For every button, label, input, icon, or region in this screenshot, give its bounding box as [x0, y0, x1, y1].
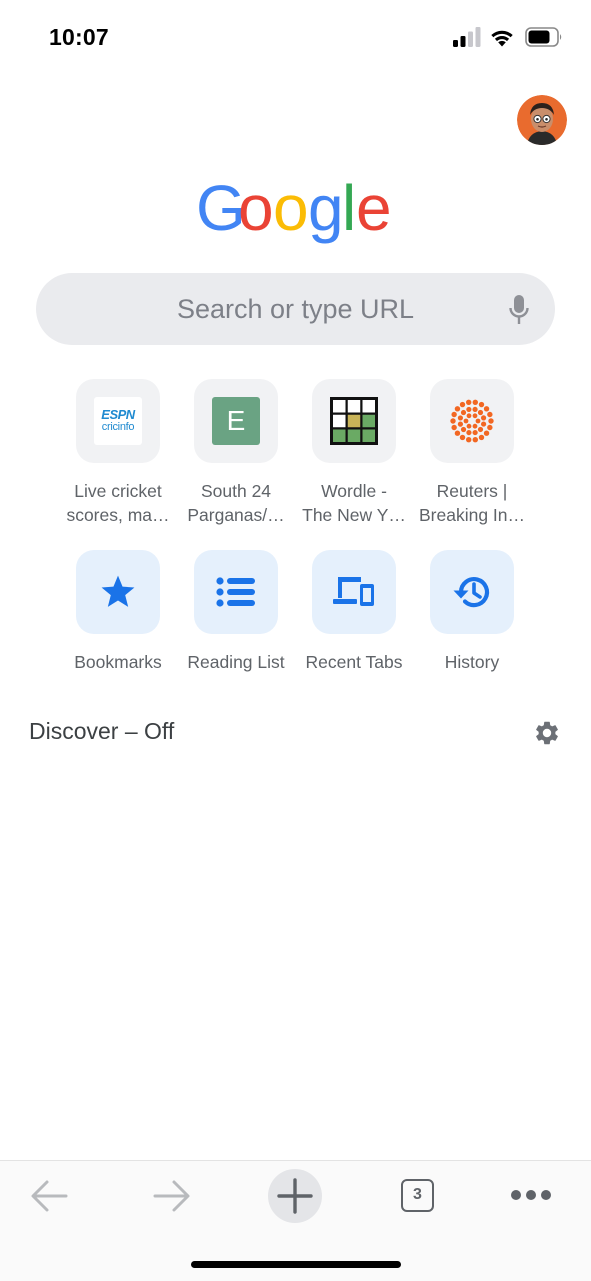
reuters-dot	[457, 421, 464, 427]
reuters-dot	[487, 424, 493, 431]
tile-label: Recent Tabs	[305, 652, 403, 672]
tile-label: South 24 Parganas/…	[187, 481, 285, 525]
battery-icon	[525, 27, 562, 47]
logo-letter: l	[342, 178, 356, 244]
reuters-dot	[460, 409, 467, 416]
espn-icon-text: ESPN	[101, 407, 135, 422]
most-visited-tile-south24[interactable]: E South 24 Parganas/…	[177, 379, 295, 527]
cricinfo-icon-text: cricinfo	[101, 421, 135, 433]
history-button[interactable]: History	[413, 550, 531, 674]
reuters-dot	[472, 437, 478, 443]
recent-tabs-button[interactable]: Recent Tabs	[295, 550, 413, 674]
tile-icon-container	[312, 379, 396, 463]
reuters-dot	[466, 399, 472, 405]
gear-icon[interactable]	[533, 719, 561, 747]
new-tab-button[interactable]	[268, 1169, 322, 1223]
tile-icon-container: ESPN cricinfo	[76, 379, 160, 463]
reuters-dot	[454, 430, 461, 436]
logo-letter: e	[356, 178, 392, 244]
reuters-dot	[472, 423, 478, 429]
reuters-dot	[466, 406, 472, 413]
reuters-dot	[466, 437, 472, 443]
reuters-dot	[472, 429, 478, 436]
plus-icon	[277, 1178, 313, 1214]
cellular-signal-icon	[453, 27, 481, 47]
reuters-dot	[472, 413, 478, 419]
most-visited-tile-espn[interactable]: ESPN cricinfo Live cricket scores, ma…	[59, 379, 177, 527]
reuters-dot	[483, 430, 490, 436]
reuters-dot	[459, 401, 466, 408]
reuters-dot	[450, 418, 456, 424]
tile-label: Bookmarks	[74, 652, 162, 672]
tile-label: Live cricket scores, ma…	[66, 481, 170, 525]
reuters-dot	[472, 399, 478, 405]
google-logo-text: Go o gl e	[196, 172, 392, 244]
tile-icon-container	[430, 379, 514, 463]
reuters-dot	[466, 423, 472, 429]
reuters-dot	[451, 411, 457, 418]
reuters-dot	[477, 409, 484, 416]
reuters-logo-icon	[450, 399, 494, 443]
reuters-dot	[488, 418, 494, 424]
reuters-dot	[460, 426, 467, 433]
wordle-grid-icon	[330, 397, 378, 445]
home-indicator	[191, 1261, 401, 1268]
search-placeholder: Search or type URL	[176, 294, 415, 324]
microphone-icon[interactable]	[509, 294, 529, 326]
tile-label: History	[444, 652, 500, 672]
tile-label: Reuters | Breaking In…	[418, 481, 526, 525]
tile-icon-container	[194, 550, 278, 634]
tile-icon-container	[312, 550, 396, 634]
reuters-dot	[466, 429, 472, 436]
devices-icon	[333, 577, 374, 606]
history-icon	[453, 577, 490, 608]
avatar-icon	[517, 95, 567, 145]
most-visited-tile-reuters[interactable]: Reuters | Breaking In…	[413, 379, 531, 527]
status-time: 10:07	[49, 24, 109, 50]
most-visited-tile-wordle[interactable]: Wordle - The New Y…	[295, 379, 413, 527]
logo-letter: o	[273, 178, 309, 244]
logo-letter: g	[308, 178, 344, 244]
reuters-dot	[463, 418, 469, 424]
reuters-dot	[480, 421, 487, 427]
reuters-dot	[477, 426, 484, 433]
reuters-dot	[483, 406, 490, 412]
forward-arrow-icon[interactable]	[153, 1179, 191, 1213]
search-input[interactable]: Search or type URL	[36, 273, 555, 345]
tile-icon-container: E	[194, 379, 278, 463]
reuters-dot	[475, 418, 481, 424]
espn-cricinfo-icon: ESPN cricinfo	[94, 397, 142, 445]
avatar[interactable]	[517, 95, 567, 145]
tile-label: Wordle - The New Y…	[302, 481, 406, 525]
tab-switcher-button[interactable]: 3	[401, 1179, 434, 1212]
bookmarks-button[interactable]: Bookmarks	[59, 550, 177, 674]
reading-list-button[interactable]: Reading List	[177, 550, 295, 674]
more-dots-icon[interactable]	[510, 1189, 552, 1201]
back-arrow-icon[interactable]	[30, 1179, 68, 1213]
star-icon	[101, 575, 135, 607]
reuters-dot	[466, 413, 472, 419]
reuters-dot	[480, 415, 487, 421]
discover-header: Discover – Off	[29, 718, 175, 744]
reuters-dot	[478, 434, 485, 441]
reuters-dot	[472, 406, 478, 413]
letter-e-icon: E	[212, 397, 260, 445]
reuters-dot	[478, 401, 485, 408]
reuters-dot	[487, 411, 493, 418]
tile-icon-container	[76, 550, 160, 634]
tile-label: Reading List	[187, 652, 285, 672]
reuters-dot	[459, 434, 466, 441]
logo-letter: o	[238, 178, 274, 244]
reuters-dot	[454, 406, 461, 412]
google-logo: Google	[0, 172, 591, 253]
reuters-dot	[457, 415, 464, 421]
wifi-icon	[491, 30, 513, 47]
reuters-dot	[451, 424, 457, 431]
list-icon	[216, 577, 255, 607]
tile-icon-container	[430, 550, 514, 634]
